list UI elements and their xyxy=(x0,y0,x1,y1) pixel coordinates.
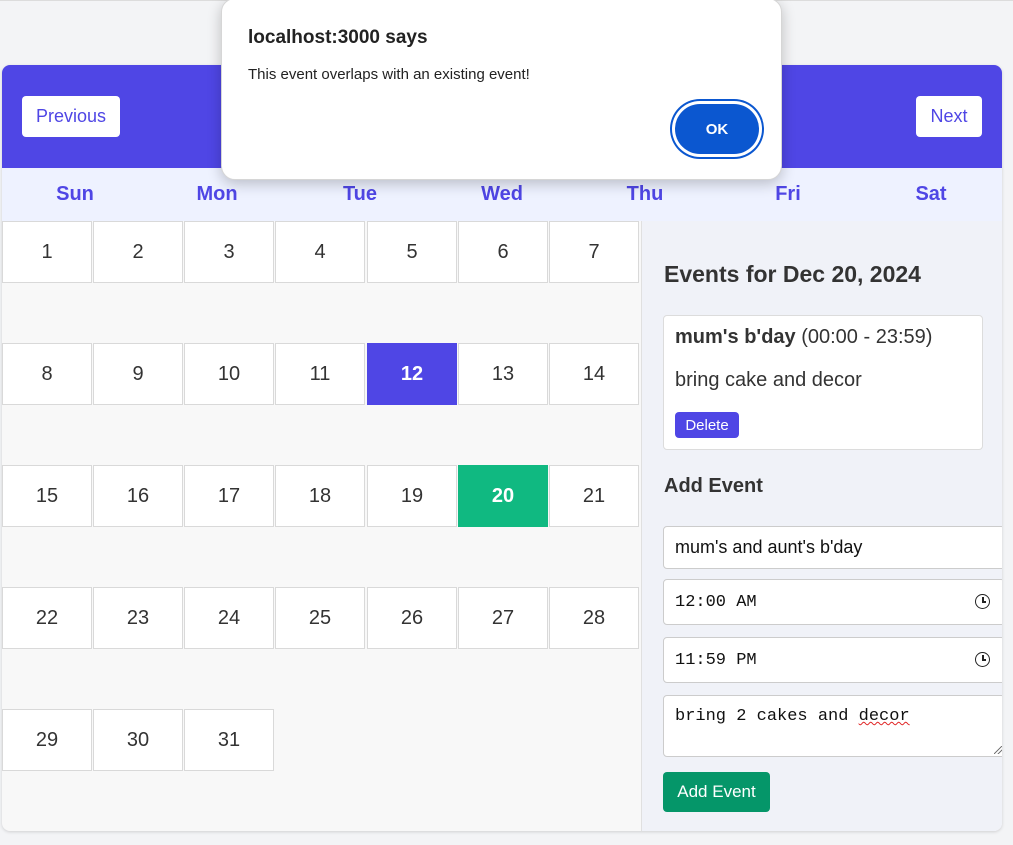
day-cell[interactable]: 26 xyxy=(367,587,457,649)
start-time-input[interactable]: 12:00 AM xyxy=(663,579,1002,625)
day-cell[interactable]: 13 xyxy=(458,343,548,405)
next-month-button[interactable]: Next xyxy=(916,96,982,137)
day-cell[interactable]: 21 xyxy=(549,465,639,527)
day-cell[interactable]: 27 xyxy=(458,587,548,649)
weekday-sun: Sun xyxy=(56,183,94,205)
event-description-textarea[interactable]: bring 2 cakes and decor xyxy=(663,695,1002,757)
event-card: mum's b'day (00:00 - 23:59) bring cake a… xyxy=(663,315,983,450)
dialog-ok-button[interactable]: OK xyxy=(675,104,759,154)
misspelled-word: decor xyxy=(858,707,910,726)
previous-month-button[interactable]: Previous xyxy=(22,96,120,137)
end-time-input[interactable]: 11:59 PM xyxy=(663,637,1002,683)
day-cell[interactable]: 7 xyxy=(549,221,639,283)
day-cell[interactable]: 2 xyxy=(93,221,183,283)
day-cell[interactable]: 30 xyxy=(93,709,183,771)
day-cell[interactable]: 16 xyxy=(93,465,183,527)
event-time: (00:00 - 23:59) xyxy=(801,326,933,348)
day-cell[interactable]: 31 xyxy=(184,709,274,771)
description-text: bring 2 cakes and xyxy=(675,707,849,726)
day-cell[interactable]: 15 xyxy=(2,465,92,527)
day-cell[interactable]: 10 xyxy=(184,343,274,405)
day-cell[interactable]: 18 xyxy=(275,465,365,527)
event-name: mum's b'day xyxy=(675,326,796,348)
day-cell[interactable]: 19 xyxy=(367,465,457,527)
day-cell[interactable]: 23 xyxy=(93,587,183,649)
events-panel-title: Events for Dec 20, 2024 xyxy=(664,261,921,287)
day-cell[interactable]: 3 xyxy=(184,221,274,283)
dialog-title: localhost:3000 says xyxy=(248,27,428,48)
month-grid: 1 2 3 4 5 6 7 8 9 10 11 12 13 14 15 16 17 18 19 20 21 22 23 24 2… xyxy=(2,221,641,831)
day-cell[interactable]: 28 xyxy=(549,587,639,649)
resize-handle-icon[interactable] xyxy=(994,746,1002,754)
day-cell[interactable]: 9 xyxy=(93,343,183,405)
events-panel: Events for Dec 20, 2024 mum's b'day (00:… xyxy=(641,221,1002,831)
day-cell[interactable]: 4 xyxy=(275,221,365,283)
day-cell[interactable]: 6 xyxy=(458,221,548,283)
day-cell[interactable]: 11 xyxy=(275,343,365,405)
add-event-button[interactable]: Add Event xyxy=(663,772,770,812)
day-cell[interactable]: 24 xyxy=(184,587,274,649)
end-time-value: 11:59 PM xyxy=(675,650,757,670)
start-time-value: 12:00 AM xyxy=(675,592,757,612)
clock-icon[interactable] xyxy=(975,652,990,667)
day-cell[interactable]: 17 xyxy=(184,465,274,527)
day-cell[interactable]: 5 xyxy=(367,221,457,283)
day-cell[interactable]: 1 xyxy=(2,221,92,283)
day-cell[interactable]: 22 xyxy=(2,587,92,649)
event-title-input[interactable] xyxy=(663,526,1002,569)
dialog-message: This event overlaps with an existing eve… xyxy=(248,66,530,83)
day-cell[interactable]: 12 xyxy=(367,343,457,405)
day-cell[interactable]: 14 xyxy=(549,343,639,405)
event-summary: mum's b'day (00:00 - 23:59) xyxy=(675,326,932,349)
day-cell[interactable]: 29 xyxy=(2,709,92,771)
day-cell[interactable]: 20 xyxy=(458,465,548,527)
event-description: bring cake and decor xyxy=(675,369,862,391)
alert-dialog: localhost:3000 says This event overlaps … xyxy=(221,0,782,180)
clock-icon[interactable] xyxy=(975,594,990,609)
add-event-heading: Add Event xyxy=(664,475,763,497)
day-cell[interactable]: 8 xyxy=(2,343,92,405)
delete-event-button[interactable]: Delete xyxy=(675,412,739,438)
weekday-sat: Sat xyxy=(915,183,947,205)
day-cell[interactable]: 25 xyxy=(275,587,365,649)
